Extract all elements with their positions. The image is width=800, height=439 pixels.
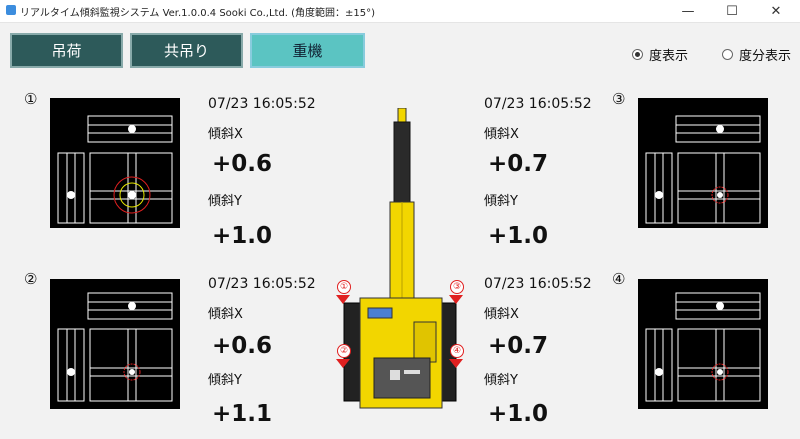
machine-marker-4-arrow-icon [449,359,463,368]
sensor-3-level-graphic [645,115,761,224]
close-button[interactable]: ✕ [756,0,796,22]
tab-load[interactable]: 吊荷 [10,33,123,68]
sensor-3-x-label: 傾斜X [484,127,519,142]
machine-marker-3-arrow-icon [449,295,463,304]
app-icon [6,5,16,15]
sensor-1-level-graphic [57,115,173,224]
sensor-1-x-label: 傾斜X [208,127,243,142]
sensor-2-y-label: 傾斜Y [208,373,242,388]
sensor-2-timestamp: 07/23 16:05:52 [208,276,316,292]
sensor-4-x-value: +0.7 [488,333,549,359]
tab-co-lift[interactable]: 共吊り [130,33,243,68]
sensor-1-y-value: +1.0 [212,223,273,249]
machine-marker-3: ③ [450,280,464,294]
sensor-3-number: ③ [612,90,626,108]
sensor-4-number: ④ [612,270,626,288]
degree-minute-display-radio[interactable]: 度分表示 [722,45,791,64]
degree-display-radio[interactable]: 度表示 [632,45,688,64]
minimize-button[interactable]: — [668,0,708,22]
sensor-2-level-panel [50,279,180,409]
sensor-2-number: ② [24,270,38,288]
sensor-4-level-graphic [645,292,761,402]
window-title: リアルタイム傾斜監視システム Ver.1.0.0.4 Sooki Co.,Ltd… [20,8,376,19]
sensor-1-x-value: +0.6 [212,151,273,177]
machine-marker-2-arrow-icon [336,359,350,368]
machine-marker-1: ① [337,280,351,294]
sensor-1-timestamp: 07/23 16:05:52 [208,96,316,112]
tab-machine[interactable]: 重機 [250,33,365,68]
title-bar: リアルタイム傾斜監視システム Ver.1.0.0.4 Sooki Co.,Ltd… [0,0,800,23]
sensor-3-level-panel [638,98,768,228]
radio-unselected-icon [722,49,733,60]
maximize-button[interactable]: ☐ [712,0,752,22]
sensor-3-timestamp: 07/23 16:05:52 [484,96,592,112]
sensor-1-y-label: 傾斜Y [208,194,242,209]
sensor-4-level-panel [638,279,768,409]
sensor-1-number: ① [24,90,38,108]
radio-selected-icon [632,49,643,60]
sensor-3-y-value: +1.0 [488,223,549,249]
sensor-4-y-value: +1.0 [488,401,549,427]
sensor-2-y-value: +1.1 [212,401,273,427]
sensor-4-timestamp: 07/23 16:05:52 [484,276,592,292]
sensor-2-x-label: 傾斜X [208,307,243,322]
machine-marker-4: ④ [450,344,464,358]
sensor-4-y-label: 傾斜Y [484,373,518,388]
sensor-4-x-label: 傾斜X [484,307,519,322]
machine-marker-1-arrow-icon [336,295,350,304]
sensor-3-x-value: +0.7 [488,151,549,177]
sensor-3-y-label: 傾斜Y [484,194,518,209]
degree-minute-display-label: 度分表示 [739,49,792,64]
sensor-2-level-graphic [57,292,173,402]
sensor-2-x-value: +0.6 [212,333,273,359]
machine-marker-2: ② [337,344,351,358]
degree-display-label: 度表示 [649,49,689,64]
main-area: 吊荷 共吊り 重機 度表示 度分表示 ① 07/23 16:05:52 傾斜X … [0,23,800,439]
sensor-1-level-panel [50,98,180,228]
